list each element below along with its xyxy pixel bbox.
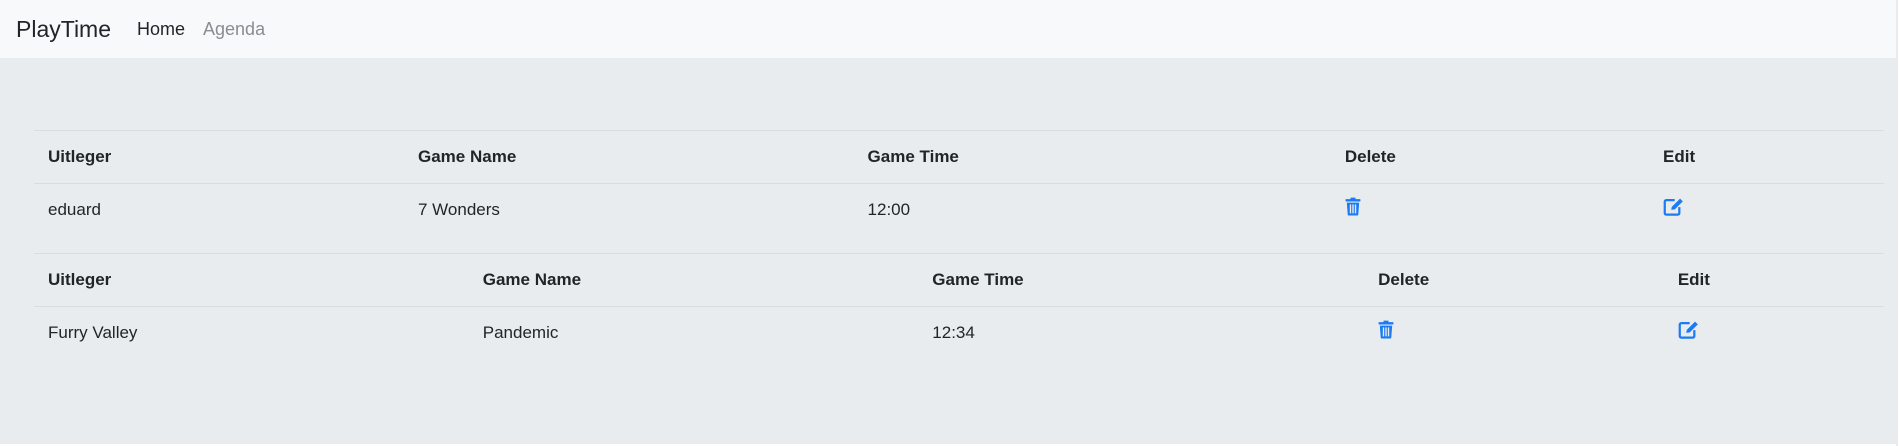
window-edge: [1896, 0, 1898, 446]
cell-game-time: 12:00: [853, 183, 1331, 236]
edit-icon[interactable]: [1663, 197, 1684, 216]
cell-uitleger: eduard: [34, 183, 404, 236]
cell-game-name: Pandemic: [468, 306, 919, 359]
column-header-game-name: Game Name: [404, 130, 854, 184]
game-table: Uitleger Game Name Game Time Delete Edit…: [34, 130, 1884, 236]
nav-link-agenda[interactable]: Agenda: [203, 19, 265, 40]
cell-uitleger: Furry Valley: [34, 306, 469, 359]
main-content: Uitleger Game Name Game Time Delete Edit…: [0, 58, 1898, 444]
column-header-game-name: Game Name: [468, 253, 919, 307]
column-header-uitleger: Uitleger: [34, 253, 469, 307]
nav-link-home[interactable]: Home: [137, 19, 185, 40]
table-row: Furry Valley Pandemic 12:34: [34, 306, 1884, 359]
table-header-row: Uitleger Game Name Game Time Delete Edit: [34, 253, 1884, 307]
edit-icon[interactable]: [1678, 320, 1699, 339]
navbar: PlayTime Home Agenda: [0, 0, 1898, 58]
table-row: eduard 7 Wonders 12:00: [34, 183, 1884, 236]
brand-link[interactable]: PlayTime: [16, 16, 111, 43]
cell-delete: [1330, 183, 1650, 236]
column-header-edit: Edit: [1663, 253, 1884, 307]
column-header-game-time: Game Time: [853, 130, 1331, 184]
column-header-delete: Delete: [1330, 130, 1650, 184]
column-header-uitleger: Uitleger: [34, 130, 404, 184]
cell-game-time: 12:34: [918, 306, 1365, 359]
game-table: Uitleger Game Name Game Time Delete Edit…: [34, 253, 1884, 359]
column-header-delete: Delete: [1364, 253, 1664, 307]
table-header-row: Uitleger Game Name Game Time Delete Edit: [34, 130, 1884, 184]
page: PlayTime Home Agenda Uitleger Game Name …: [0, 0, 1898, 446]
trash-icon[interactable]: [1378, 320, 1394, 339]
trash-icon[interactable]: [1345, 197, 1361, 216]
column-header-edit: Edit: [1649, 130, 1884, 184]
column-header-game-time: Game Time: [918, 253, 1365, 307]
cell-edit: [1663, 306, 1884, 359]
cell-game-name: 7 Wonders: [404, 183, 854, 236]
cell-delete: [1364, 306, 1664, 359]
cell-edit: [1649, 183, 1884, 236]
